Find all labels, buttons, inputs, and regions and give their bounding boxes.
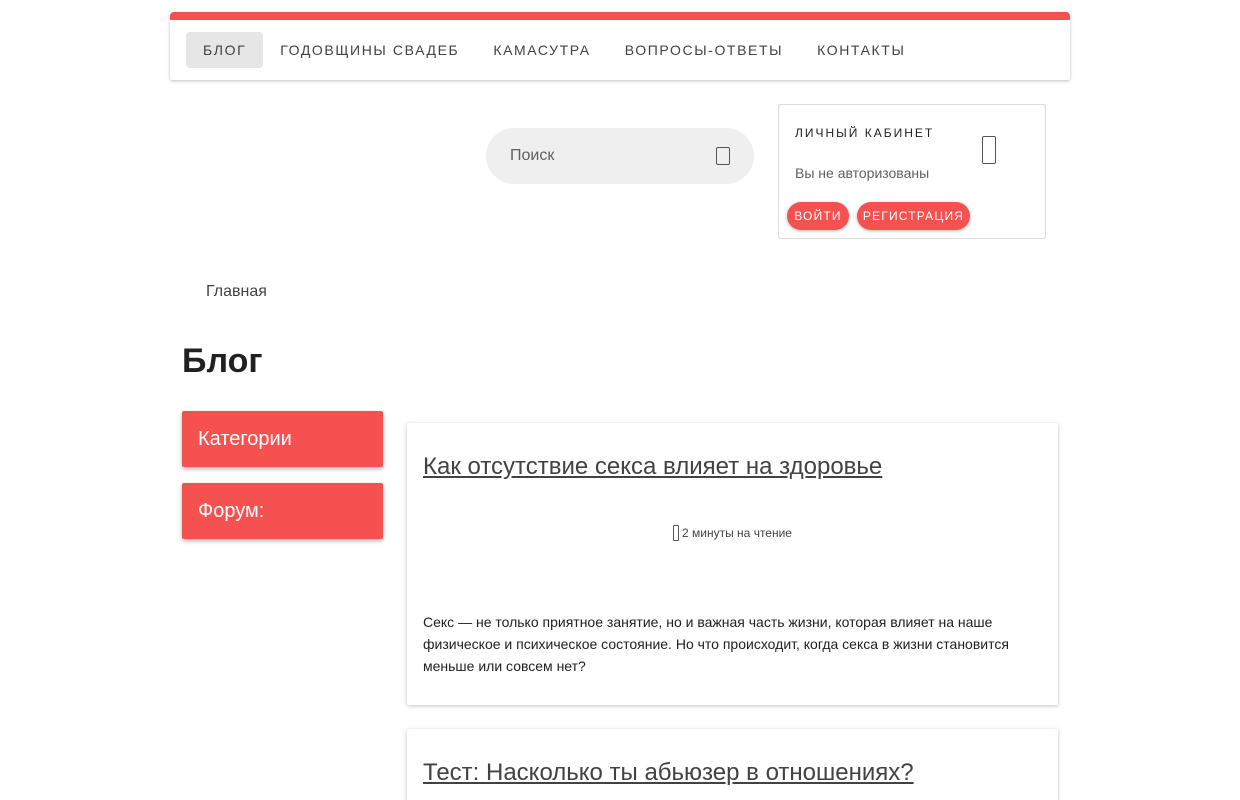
page-title: Блог — [182, 342, 263, 380]
account-panel: Личный кабинет Вы не авторизованы Войти … — [778, 104, 1046, 239]
nav-item-kamasutra[interactable]: Камасутра — [476, 32, 607, 68]
post-card: Тест: Насколько ты абьюзер в отношениях? — [407, 729, 1058, 800]
account-status: Вы не авторизованы — [795, 165, 930, 181]
breadcrumb-home[interactable]: Главная — [206, 283, 267, 301]
register-button[interactable]: Регистрация — [857, 202, 970, 230]
nav-item-faq[interactable]: Вопросы-ответы — [608, 32, 800, 68]
post-title-link[interactable]: Тест: Насколько ты абьюзер в отношениях? — [423, 759, 914, 787]
search-icon[interactable] — [716, 147, 730, 165]
account-title: Личный кабинет — [795, 126, 935, 140]
nav-item-anniversaries[interactable]: Годовщины свадеб — [263, 32, 476, 68]
nav-item-blog[interactable]: Блог — [186, 32, 264, 68]
categories-button[interactable]: Категории — [182, 411, 383, 467]
search-input[interactable] — [510, 147, 690, 165]
post-card: Как отсутствие секса влияет на здоровье … — [407, 423, 1058, 705]
clock-icon — [673, 525, 680, 541]
read-time: 2 минуты на чтение — [407, 525, 1058, 541]
login-button[interactable]: Войти — [787, 202, 849, 230]
nav-item-contacts[interactable]: Контакты — [800, 32, 922, 68]
search-box — [486, 128, 754, 184]
user-icon — [982, 136, 996, 164]
post-excerpt: Секс — не только приятное занятие, но и … — [423, 614, 1009, 674]
read-time-label: 2 минуты на чтение — [682, 526, 792, 540]
forum-button[interactable]: Форум: — [182, 483, 383, 539]
main-nav: Блог Годовщины свадеб Камасутра Вопросы-… — [170, 12, 1070, 80]
post-title-link[interactable]: Как отсутствие секса влияет на здоровье — [423, 453, 882, 481]
